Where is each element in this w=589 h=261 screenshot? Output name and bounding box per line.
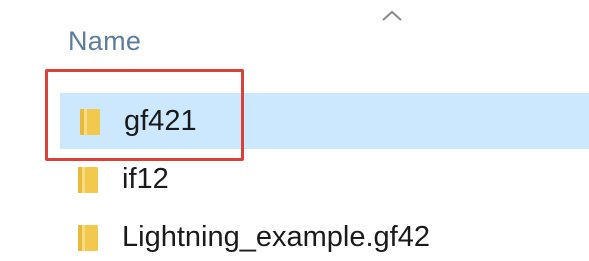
column-header-name[interactable]: Name: [68, 26, 141, 57]
folder-icon: [78, 167, 98, 193]
annotation-highlight-box: [45, 69, 244, 161]
folder-icon: [78, 225, 98, 251]
chevron-up-icon[interactable]: [380, 8, 404, 24]
file-row-lightning-example[interactable]: Lightning_example.gf42: [58, 209, 589, 261]
file-name: Lightning_example.gf42: [122, 220, 430, 253]
file-explorer-view: Name gf421 if12 Lightning_example.gf42: [0, 0, 589, 261]
file-name: if12: [122, 162, 169, 195]
